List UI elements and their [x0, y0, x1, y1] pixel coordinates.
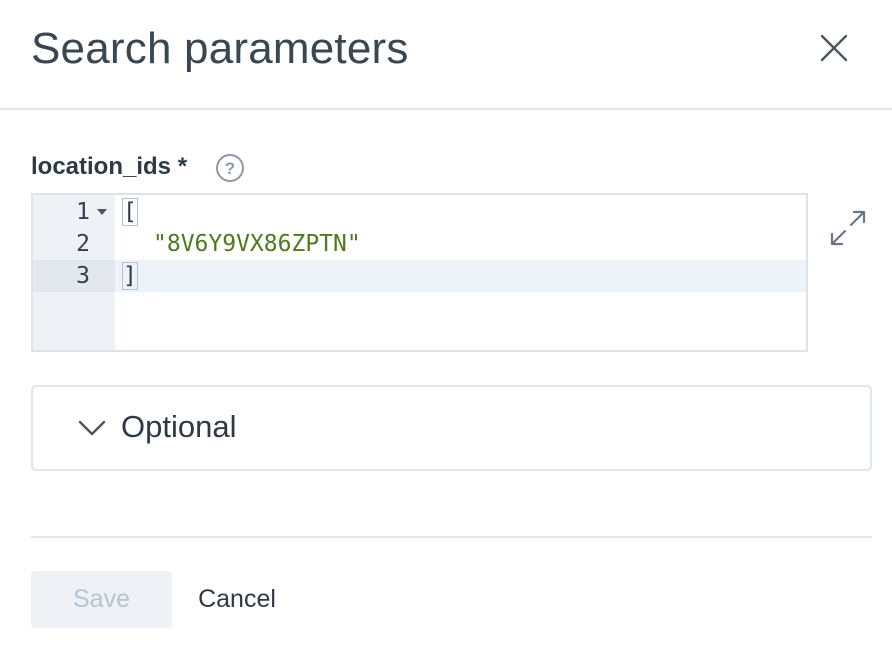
bracket-text: [	[122, 198, 138, 226]
location-ids-label: location_ids *	[31, 153, 188, 180]
expand-editor-button[interactable]	[828, 208, 868, 248]
search-parameters-dialog: Search parameters location_ids * ? 1 [ 2	[0, 0, 892, 654]
code-text: ]	[122, 260, 138, 292]
help-button[interactable]: ?	[215, 153, 245, 183]
help-icon: ?	[216, 154, 244, 182]
fold-arrow-icon[interactable]	[97, 209, 107, 215]
dialog-title: Search parameters	[31, 24, 409, 73]
editor-line[interactable]: 1 [	[33, 196, 806, 228]
line-number: 2	[76, 231, 90, 257]
chevron-down-icon	[78, 420, 106, 436]
line-number-cell: 2	[33, 228, 115, 260]
line-number-cell: 3	[33, 260, 115, 292]
json-code-editor[interactable]: 1 [ 2 "8V6Y9VX86ZPTN" 3 ]	[31, 193, 808, 352]
line-number: 3	[76, 263, 90, 289]
editor-line[interactable]: 2 "8V6Y9VX86ZPTN"	[33, 228, 806, 260]
save-button[interactable]: Save	[31, 571, 172, 628]
close-button[interactable]	[814, 28, 854, 68]
optional-label: Optional	[121, 409, 237, 444]
line-number: 1	[76, 199, 90, 225]
close-icon	[820, 34, 848, 62]
bracket-text: ]	[122, 262, 138, 290]
string-value: "8V6Y9VX86ZPTN"	[153, 231, 361, 257]
code-text: [	[122, 196, 138, 228]
line-number-cell: 1	[33, 196, 115, 228]
cancel-button[interactable]: Cancel	[182, 571, 292, 628]
footer-divider	[31, 536, 872, 538]
editor-line-active[interactable]: 3 ]	[33, 260, 806, 292]
expand-icon	[830, 210, 866, 246]
optional-section-toggle[interactable]: Optional	[31, 385, 872, 471]
svg-text:?: ?	[225, 159, 235, 178]
dialog-header: Search parameters	[0, 0, 892, 110]
